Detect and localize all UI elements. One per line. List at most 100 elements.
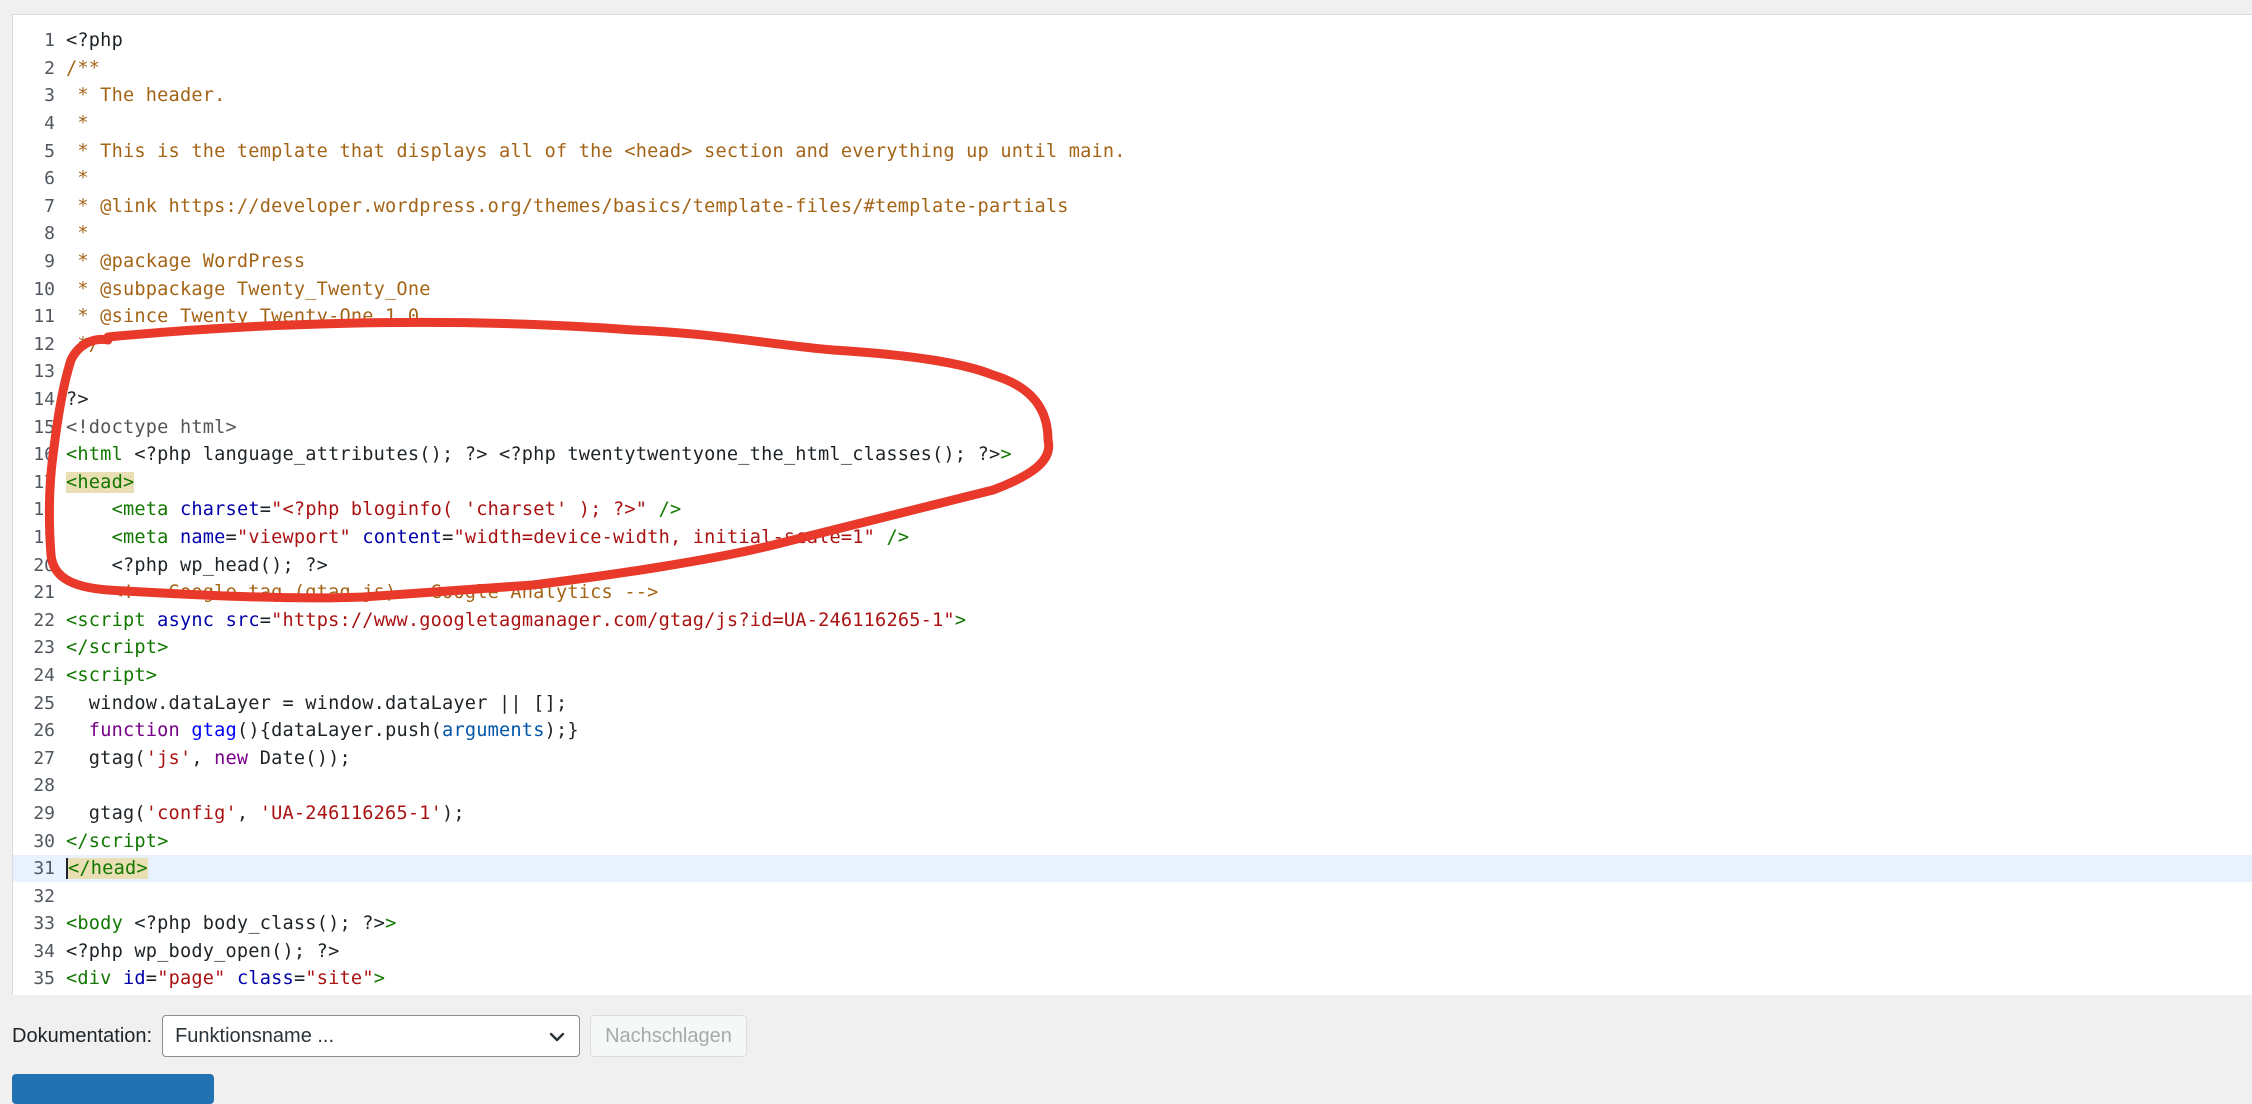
documentation-bar: Dokumentation: Funktionsname ... Nachsch… (12, 1012, 747, 1060)
line-number: 35 (33, 968, 55, 990)
code-line[interactable]: 29 gtag('config', 'UA-246116265-1'); (13, 800, 2252, 828)
code-text[interactable]: <meta name="viewport" content="width=dev… (55, 527, 910, 548)
code-line[interactable]: 6 * (13, 165, 2252, 193)
code-text[interactable]: /** (55, 58, 100, 79)
code-text[interactable]: * (55, 168, 89, 189)
code-line[interactable]: 9 * @package WordPress (13, 248, 2252, 276)
code-text[interactable]: */ (55, 334, 100, 355)
code-text[interactable]: * The header. (55, 85, 226, 106)
code-line[interactable]: 17 <head> (13, 469, 2252, 497)
code-text[interactable]: gtag('config', 'UA-246116265-1'); (55, 803, 465, 824)
update-file-button[interactable] (12, 1074, 214, 1104)
code-line[interactable]: 13 (13, 358, 2252, 386)
line-number: 1 (44, 30, 55, 52)
line-number: 23 (33, 637, 55, 659)
code-line[interactable]: 35 <div id="page" class="site"> (13, 965, 2252, 993)
code-line[interactable]: 19 <meta name="viewport" content="width=… (13, 524, 2252, 552)
code-line[interactable]: 30 </script> (13, 827, 2252, 855)
line-number: 12 (33, 333, 55, 355)
code-text[interactable]: * @since Twenty Twenty-One 1.0 (55, 306, 419, 327)
line-number: 20 (33, 554, 55, 576)
code-lines[interactable]: 1 <?php 2/** 3 * The header. 4 * 5 * This is … (13, 27, 2252, 993)
code-line[interactable]: 31 </head> (13, 854, 2252, 883)
code-line[interactable]: 11 * @since Twenty Twenty-One 1.0 (13, 303, 2252, 331)
code-line[interactable]: 18 <meta charset="<?php bloginfo( 'chars… (13, 496, 2252, 524)
code-text[interactable] (55, 775, 77, 796)
line-number: 31 (33, 858, 55, 880)
code-text[interactable]: <meta charset="<?php bloginfo( 'charset'… (55, 499, 682, 520)
code-line[interactable]: 26 function gtag(){dataLayer.push(argume… (13, 717, 2252, 745)
code-line[interactable]: 24 <script> (13, 662, 2252, 690)
function-name-select[interactable]: Funktionsname ... (162, 1015, 581, 1057)
code-line[interactable]: 33 <body <?php body_class(); ?>> (13, 910, 2252, 938)
code-line[interactable]: 2/** (13, 55, 2252, 83)
chevron-down-icon (549, 1032, 565, 1042)
code-line[interactable]: 12 */ (13, 331, 2252, 359)
code-text[interactable]: * @package WordPress (55, 251, 305, 272)
line-number: 29 (33, 802, 55, 824)
line-number: 13 (33, 361, 55, 383)
code-text[interactable]: function gtag(){dataLayer.push(arguments… (55, 720, 579, 741)
code-text[interactable]: <!doctype html> (55, 417, 237, 438)
code-line[interactable]: 3 * The header. (13, 82, 2252, 110)
function-name-select-value: Funktionsname ... (175, 1024, 335, 1047)
code-line[interactable]: 5 * This is the template that displays a… (13, 137, 2252, 165)
line-number: 7 (44, 195, 55, 217)
code-text[interactable]: <?php (55, 30, 123, 51)
code-line[interactable]: 4 * (13, 110, 2252, 138)
code-line[interactable]: 8 * (13, 220, 2252, 248)
code-line[interactable]: 15 <!doctype html> (13, 413, 2252, 441)
documentation-label: Dokumentation: (12, 1024, 153, 1047)
line-number: 33 (33, 913, 55, 935)
code-text[interactable]: * @subpackage Twenty_Twenty_One (55, 279, 431, 300)
line-number: 27 (33, 747, 55, 769)
code-text[interactable]: * @link https://developer.wordpress.org/… (55, 196, 1069, 217)
code-text[interactable]: * This is the template that displays all… (55, 141, 1126, 162)
code-text[interactable]: <script> (55, 665, 157, 686)
line-number: 21 (33, 582, 55, 604)
code-text[interactable]: <body <?php body_class(); ?>> (55, 913, 396, 934)
code-line[interactable]: 34 <?php wp_body_open(); ?> (13, 938, 2252, 966)
code-text[interactable]: <script async src="https://www.googletag… (55, 610, 966, 631)
code-text[interactable]: window.dataLayer = window.dataLayer || [… (55, 693, 567, 714)
code-text[interactable]: gtag('js', new Date()); (55, 748, 351, 769)
code-line[interactable]: 27 gtag('js', new Date()); (13, 744, 2252, 772)
code-line[interactable]: 28 (13, 772, 2252, 800)
code-text[interactable]: <!-- Google tag (gtag.js) - Google Analy… (55, 582, 659, 603)
lookup-button[interactable]: Nachschlagen (590, 1015, 747, 1057)
line-number: 17 (33, 471, 55, 493)
code-text[interactable]: <head> (55, 471, 135, 493)
code-line[interactable]: 1 <?php (13, 27, 2252, 55)
code-line[interactable]: 14 ?> (13, 386, 2252, 414)
line-number: 4 (44, 113, 55, 135)
line-number: 18 (33, 499, 55, 521)
code-line[interactable]: 25 window.dataLayer = window.dataLayer |… (13, 689, 2252, 717)
code-line[interactable]: 32 (13, 882, 2252, 910)
line-number: 34 (33, 940, 55, 962)
code-line[interactable]: 7 * @link https://developer.wordpress.or… (13, 193, 2252, 221)
code-text[interactable] (55, 361, 77, 382)
line-number: 2 (44, 57, 55, 79)
line-number: 22 (33, 609, 55, 631)
code-line[interactable]: 21 <!-- Google tag (gtag.js) - Google An… (13, 579, 2252, 607)
line-number: 19 (33, 526, 55, 548)
code-text[interactable]: * (55, 113, 89, 134)
code-text[interactable] (55, 886, 77, 907)
code-text[interactable]: ?> (55, 389, 89, 410)
code-line[interactable]: 23 </script> (13, 634, 2252, 662)
code-text[interactable]: <html <?php language_attributes(); ?> <?… (55, 444, 1012, 465)
code-text[interactable]: * (55, 223, 89, 244)
code-line[interactable]: 16 <html <?php language_attributes(); ?> … (13, 441, 2252, 469)
line-number: 6 (44, 168, 55, 190)
code-line[interactable]: 10 * @subpackage Twenty_Twenty_One (13, 275, 2252, 303)
code-text[interactable]: </head> (55, 858, 148, 880)
line-number: 24 (33, 664, 55, 686)
code-line[interactable]: 20 <?php wp_head(); ?> (13, 551, 2252, 579)
code-text[interactable]: <?php wp_body_open(); ?> (55, 941, 339, 962)
code-text[interactable]: </script> (55, 637, 169, 658)
code-text[interactable]: <?php wp_head(); ?> (55, 555, 328, 576)
code-text[interactable]: </script> (55, 831, 169, 852)
code-text[interactable]: <div id="page" class="site"> (55, 968, 385, 989)
code-line[interactable]: 22 <script async src="https://www.googlet… (13, 606, 2252, 634)
code-editor[interactable]: 1 <?php 2/** 3 * The header. 4 * 5 * This is … (12, 14, 2252, 995)
